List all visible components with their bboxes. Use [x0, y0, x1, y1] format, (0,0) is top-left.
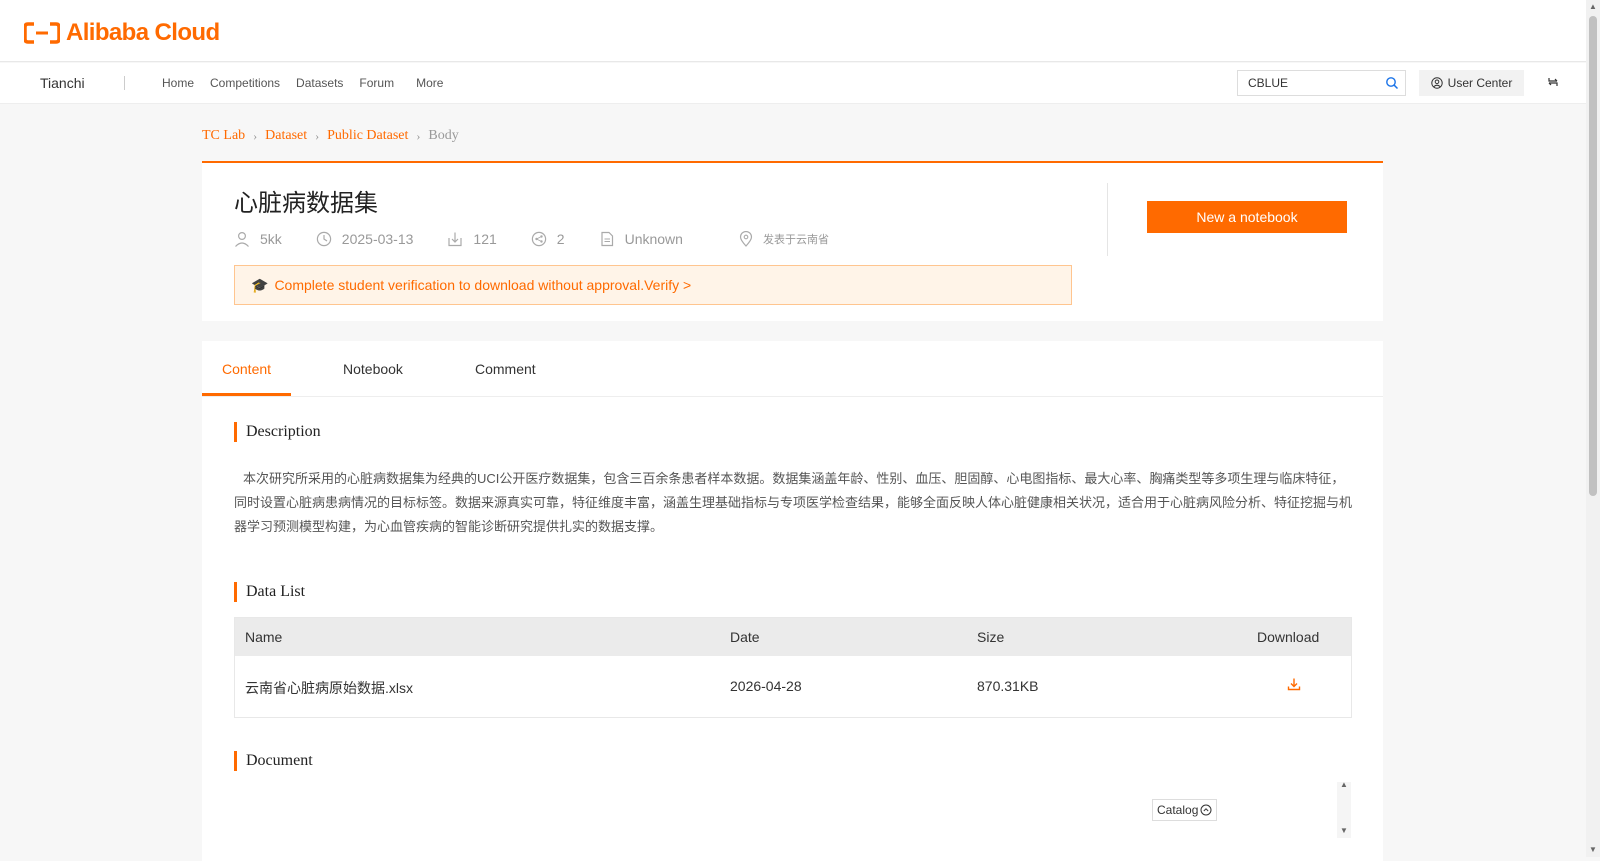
- nav-home[interactable]: Home: [162, 76, 194, 90]
- scroll-down-arrow[interactable]: ▼: [1589, 845, 1597, 854]
- scroll-up-arrow[interactable]: ▲: [1589, 2, 1597, 11]
- file-date: 2026-04-28: [730, 678, 802, 694]
- new-notebook-button[interactable]: New a notebook: [1147, 201, 1347, 233]
- doc-scroll-up[interactable]: ▲: [1340, 780, 1348, 789]
- brand-tianchi[interactable]: Tianchi: [40, 75, 85, 91]
- column-header-date: Date: [730, 629, 760, 645]
- download-icon[interactable]: [1287, 677, 1301, 691]
- file-name: 云南省心脏病原始数据.xlsx: [245, 680, 413, 696]
- meta-location: 发表于云南省: [739, 231, 829, 247]
- publish-date: 2025-03-13: [341, 231, 414, 247]
- meta-downloads: 121: [447, 231, 497, 247]
- doc-scroll-down[interactable]: ▼: [1340, 826, 1348, 835]
- graduation-cap-icon: 🎓: [251, 276, 269, 293]
- brand-divider: [124, 76, 125, 90]
- download-count-icon: [448, 232, 463, 247]
- tab-comment[interactable]: Comment: [475, 361, 536, 377]
- search-box: [1237, 70, 1406, 96]
- page-scrollbar[interactable]: ▲ ▼: [1586, 0, 1600, 857]
- location-icon: [739, 231, 753, 247]
- user-icon: [1430, 77, 1443, 89]
- dataset-header-card: 心脏病数据集 5kk 2025-03-13 121 2 Unknown 发表于云…: [202, 161, 1383, 321]
- main-nav: Tianchi Home Competitions Datasets Forum…: [0, 63, 1586, 104]
- chevron-right-icon: ›: [315, 128, 320, 143]
- breadcrumb-dataset[interactable]: Dataset: [265, 128, 307, 144]
- meta-license: Unknown: [599, 231, 683, 247]
- author-name[interactable]: 5kk: [260, 231, 282, 247]
- dataset-title: 心脏病数据集: [234, 190, 378, 217]
- column-header-name: Name: [245, 629, 283, 645]
- author-icon: [235, 231, 249, 247]
- dataset-meta: 5kk 2025-03-13 121 2 Unknown 发表于云南省: [234, 229, 863, 249]
- tab-bar: Content Notebook Comment: [202, 341, 1383, 397]
- alibaba-cloud-logo[interactable]: Alibaba Cloud: [24, 19, 220, 47]
- banner-text: Complete student verification to downloa…: [274, 277, 645, 293]
- meta-date: 2025-03-13: [316, 231, 414, 247]
- description-heading: Description: [234, 422, 321, 442]
- verify-link[interactable]: Verify >: [644, 277, 691, 293]
- alibaba-logo-icon: [24, 22, 60, 44]
- data-list-heading: Data List: [234, 582, 305, 602]
- tab-content[interactable]: Content: [222, 361, 271, 377]
- student-verification-banner: 🎓 Complete student verification to downl…: [234, 265, 1072, 305]
- clock-icon: [316, 231, 331, 247]
- file-icon: [600, 231, 613, 247]
- nav-links: Home Competitions Datasets Forum More: [162, 76, 459, 90]
- scrollbar-thumb[interactable]: [1589, 16, 1597, 496]
- search-input[interactable]: [1238, 71, 1373, 95]
- breadcrumb: TC Lab › Dataset › Public Dataset › Body: [202, 128, 459, 144]
- nav-competitions[interactable]: Competitions: [210, 76, 280, 90]
- download-count: 121: [473, 231, 497, 247]
- search-icon[interactable]: [1385, 76, 1399, 90]
- active-tab-underline: [202, 393, 291, 396]
- breadcrumb-tc-lab[interactable]: TC Lab: [202, 128, 245, 144]
- catalog-button[interactable]: Catalog: [1152, 799, 1218, 821]
- meta-author: 5kk: [234, 231, 282, 247]
- user-center-button[interactable]: User Center: [1419, 70, 1524, 96]
- share-icon: [531, 231, 546, 247]
- nav-more[interactable]: More: [416, 76, 443, 90]
- catalog-label: Catalog: [1157, 803, 1199, 817]
- chevron-right-icon: ›: [416, 128, 421, 143]
- chevron-right-icon: ›: [253, 128, 258, 143]
- license-type: Unknown: [624, 231, 683, 247]
- breadcrumb-public-dataset[interactable]: Public Dataset: [327, 128, 408, 144]
- document-scroll[interactable]: ▲ ▼: [1337, 780, 1351, 838]
- user-center-label: User Center: [1447, 76, 1513, 90]
- breadcrumb-current: Body: [428, 128, 459, 143]
- logo-text: Alibaba Cloud: [66, 19, 220, 46]
- file-size: 870.31KB: [977, 678, 1039, 694]
- column-header-size: Size: [977, 629, 1005, 645]
- column-header-download: Download: [1257, 629, 1320, 645]
- publish-location: 发表于云南省: [762, 234, 829, 246]
- card-divider: [1107, 183, 1108, 256]
- catalog-icon: [1200, 804, 1212, 816]
- table-header: Name Date Size Download: [235, 618, 1351, 656]
- share-count: 2: [556, 231, 565, 247]
- nav-datasets[interactable]: Datasets: [296, 76, 343, 90]
- tab-notebook[interactable]: Notebook: [343, 361, 403, 377]
- description-text: 本次研究所采用的心脏病数据集为经典的UCI公开医疗数据集，包含三百余条患者样本数…: [234, 471, 1353, 534]
- top-bar: Alibaba Cloud: [0, 0, 1586, 62]
- document-heading: Document: [234, 751, 313, 771]
- switch-icon[interactable]: [1547, 76, 1559, 88]
- content-panel: Content Notebook Comment Description 本次研…: [202, 341, 1383, 861]
- meta-shares: 2: [531, 231, 565, 247]
- data-list-table: Name Date Size Download 云南省心脏病原始数据.xlsx …: [234, 617, 1352, 718]
- nav-forum[interactable]: Forum: [359, 76, 394, 90]
